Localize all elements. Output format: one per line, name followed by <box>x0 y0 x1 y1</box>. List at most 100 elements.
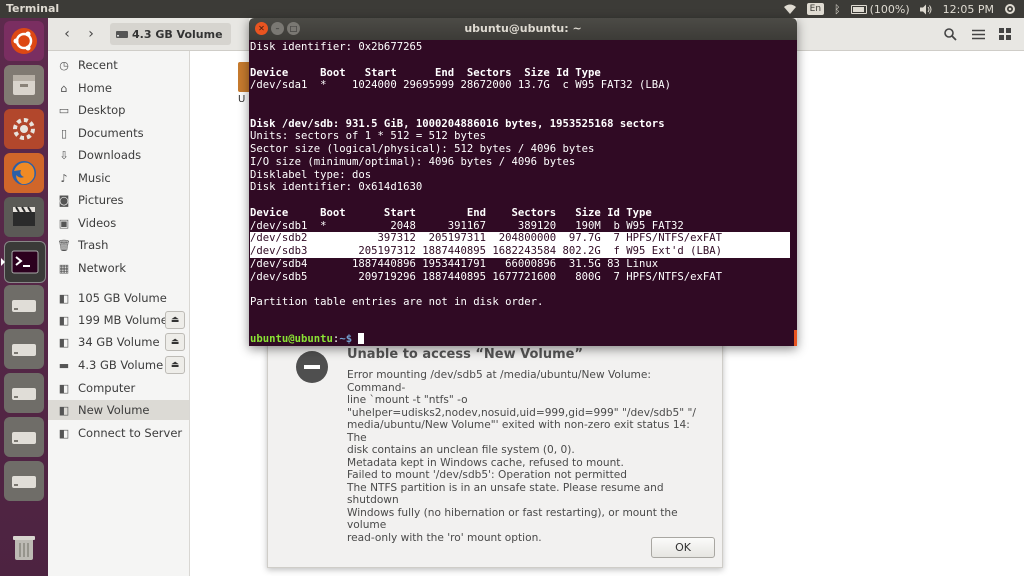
sidebar-item-199mb-volume[interactable]: ◧ 199 MB Volume ⏏ <box>48 310 189 330</box>
terminal-line: I/O size (minimum/optimal): 4096 bytes /… <box>250 155 576 168</box>
drive-icon: ◧ <box>58 291 70 305</box>
eject-icon[interactable]: ⏏ <box>165 356 185 374</box>
sidebar-item-connect-to-server[interactable]: ◧ Connect to Server <box>48 423 189 443</box>
computer-icon: ◧ <box>58 381 70 395</box>
sidebar-item-new-volume[interactable]: ◧ New Volume <box>48 400 189 420</box>
system-settings-icon[interactable] <box>4 109 44 149</box>
terminal-window: ✕ – □ ubuntu@ubuntu: ~ Disk identifier: … <box>249 18 797 346</box>
document-icon: ▯ <box>60 126 68 140</box>
terminal-line: /dev/sdb3 205197312 1887440895 168224358… <box>250 245 790 258</box>
bluetooth-icon[interactable]: ᛒ <box>834 3 841 16</box>
sidebar-item-label: Network <box>78 261 127 275</box>
sidebar-item-label: Videos <box>78 216 117 230</box>
video-icon: ▣ <box>58 216 70 230</box>
sidebar-item-label: Documents <box>78 126 144 140</box>
sidebar-item-label: 105 GB Volume <box>78 291 167 305</box>
music-icon: ♪ <box>60 171 68 185</box>
sidebar-item-computer[interactable]: ◧ Computer <box>48 378 189 398</box>
eject-icon[interactable]: ⏏ <box>165 333 185 351</box>
video-editor-icon[interactable] <box>4 197 44 237</box>
error-dialog: Unable to access “New Volume” Error moun… <box>267 336 723 568</box>
drive-icon: ◧ <box>58 313 70 327</box>
drive-icon[interactable] <box>4 285 44 325</box>
download-icon: ⇩ <box>59 148 69 162</box>
sidebar-item-105gb-volume[interactable]: ◧ 105 GB Volume <box>48 288 189 308</box>
terminal-icon[interactable] <box>1 241 46 283</box>
terminal-title: ubuntu@ubuntu: ~ <box>464 22 582 35</box>
error-icon <box>296 351 328 383</box>
session-gear-icon[interactable] <box>1004 3 1016 15</box>
text-cursor <box>358 333 365 344</box>
trash-icon: 🗑︎ <box>57 238 71 252</box>
drive-icon[interactable] <box>4 461 44 501</box>
sidebar-item-documents[interactable]: ▯ Documents <box>48 123 189 143</box>
clock-time[interactable]: 12:05 PM <box>943 3 994 16</box>
terminal-output-area[interactable]: Disk identifier: 0x2b677265 Device Boot S… <box>249 40 797 346</box>
terminal-line: /dev/sdb1 * 2048 391167 389120 190M b W9… <box>250 219 684 232</box>
sidebar-item-label: 34 GB Volume <box>78 335 160 349</box>
sidebar-item-34gb-volume[interactable]: ◧ 34 GB Volume ⏏ <box>48 332 189 352</box>
system-tray: En ᛒ (100%) 12:05 PM <box>783 0 1016 18</box>
keyboard-language-indicator[interactable]: En <box>806 3 825 15</box>
sidebar-item-music[interactable]: ♪ Music <box>48 168 189 188</box>
grid-view-icon[interactable] <box>993 23 1017 45</box>
sidebar-item-label: Downloads <box>78 148 142 162</box>
sidebar-item-pictures[interactable]: ◙ Pictures <box>48 190 189 210</box>
ubuntu-dash-icon[interactable] <box>4 21 44 61</box>
battery-percent: (100%) <box>869 2 910 16</box>
drive-icon[interactable] <box>4 417 44 457</box>
sidebar-item-label: Pictures <box>78 193 124 207</box>
terminal-line: Disk /dev/sdb: 931.5 GiB, 1000204886016 … <box>250 117 665 130</box>
list-view-icon[interactable] <box>966 23 990 45</box>
path-bar-label: 4.3 GB Volume <box>132 27 223 41</box>
drive-icon <box>116 30 128 38</box>
drive-icon[interactable] <box>4 329 44 369</box>
sidebar-item-videos[interactable]: ▣ Videos <box>48 213 189 233</box>
sidebar-item-recent[interactable]: ◷ Recent <box>48 55 189 75</box>
sidebar-item-label: Music <box>78 171 111 185</box>
drive-icon: ▬ <box>58 358 70 372</box>
sidebar-item-4-3gb-volume[interactable]: ▬ 4.3 GB Volume ⏏ <box>48 355 189 375</box>
dialog-title: Unable to access “New Volume” <box>347 347 584 362</box>
places-sidebar: ◷ Recent ⌂ Home ▭ Desktop ▯ Documents ⇩ Downl… <box>48 51 190 576</box>
terminal-titlebar[interactable]: ✕ – □ ubuntu@ubuntu: ~ <box>249 18 797 40</box>
terminal-output: Disk identifier: 0x2b677265 Device Boot S… <box>250 41 790 309</box>
terminal-line: /dev/sda1 * 1024000 29695999 28672000 13… <box>250 79 671 92</box>
files-icon[interactable] <box>4 65 44 105</box>
file-label: U <box>238 94 246 105</box>
sidebar-item-home[interactable]: ⌂ Home <box>48 78 189 98</box>
battery-icon <box>850 4 867 14</box>
terminal-line: Units: sectors of 1 * 512 = 512 bytes <box>250 130 486 143</box>
search-icon[interactable] <box>938 23 962 45</box>
sidebar-item-label: 4.3 GB Volume <box>78 358 164 372</box>
terminal-line: Device Boot Start End Sectors Size Id Ty… <box>250 206 652 219</box>
firefox-icon[interactable] <box>4 153 44 193</box>
terminal-line: Disk identifier: 0x614d1630 <box>250 181 423 194</box>
drive-icon[interactable] <box>4 373 44 413</box>
sidebar-item-label: Desktop <box>78 103 126 117</box>
back-button[interactable]: ‹ <box>56 23 78 45</box>
trash-icon[interactable] <box>4 528 44 568</box>
prompt-user: ubuntu@ubuntu <box>250 333 333 345</box>
eject-icon[interactable]: ⏏ <box>165 311 185 329</box>
terminal-prompt[interactable]: ubuntu@ubuntu:~$ <box>250 333 365 346</box>
sidebar-item-downloads[interactable]: ⇩ Downloads <box>48 145 189 165</box>
sidebar-item-label: New Volume <box>78 403 150 417</box>
sidebar-item-label: Connect to Server <box>78 426 183 440</box>
path-bar-button[interactable]: 4.3 GB Volume <box>110 23 231 45</box>
sidebar-item-trash[interactable]: 🗑︎ Trash <box>48 235 189 255</box>
sidebar-item-desktop[interactable]: ▭ Desktop <box>48 100 189 120</box>
sidebar-item-label: Computer <box>78 381 136 395</box>
wifi-icon[interactable] <box>783 4 797 15</box>
sidebar-item-label: Home <box>78 81 112 95</box>
ok-button[interactable]: OK <box>651 537 715 558</box>
sidebar-item-network[interactable]: ▦ Network <box>48 258 189 278</box>
forward-button[interactable]: › <box>80 23 102 45</box>
volume-icon[interactable] <box>919 4 933 15</box>
terminal-scrollbar[interactable] <box>794 330 797 346</box>
battery-indicator[interactable]: (100%) <box>850 2 910 16</box>
terminal-line: Disk identifier: 0x2b677265 <box>250 41 423 53</box>
